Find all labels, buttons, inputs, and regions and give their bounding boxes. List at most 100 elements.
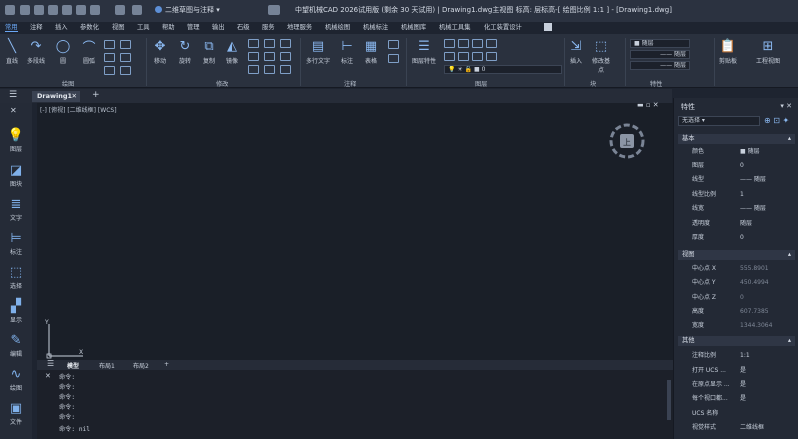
tab-geo-service[interactable]: 地理服务	[287, 22, 312, 31]
toolbar-draw[interactable]: ∿ 绘图	[2, 367, 30, 392]
tab-chem-design[interactable]: 化工装置设计	[484, 22, 522, 31]
layer-tool-icon[interactable]	[458, 39, 469, 48]
tab-annotate[interactable]: 注释	[30, 22, 43, 31]
layer-tool-icon[interactable]	[444, 52, 455, 61]
insert-block-button[interactable]: ⇲ 插入	[567, 37, 585, 66]
toolbar-text[interactable]: ≣ 文字	[2, 197, 30, 222]
tab-home[interactable]: 常用	[5, 22, 18, 32]
text-style-icon[interactable]	[388, 54, 399, 63]
layer-tool-icon[interactable]	[486, 52, 497, 61]
viewport-controls[interactable]: ▬ ▫ ✕	[637, 101, 659, 109]
tab-layout2[interactable]: 布局2	[133, 361, 149, 370]
move-button[interactable]: ✥ 移动	[151, 37, 169, 66]
prop-row[interactable]: 透明度 随层	[678, 218, 795, 229]
command-window[interactable]: ✕ 命令: 命令: 命令: 命令: 命令: 命令: nil	[37, 370, 673, 439]
dimension-button[interactable]: ⊢ 标注	[338, 37, 356, 66]
new-file-icon[interactable]	[20, 5, 30, 15]
prop-row[interactable]: 颜色 ■ 随层	[678, 146, 795, 157]
properties-panel-label[interactable]: 特性	[650, 79, 662, 88]
line-button[interactable]: ╲ 直线	[3, 37, 21, 66]
add-layout-icon[interactable]: +	[164, 361, 169, 368]
tab-output[interactable]: 输出	[212, 22, 225, 31]
lineweight-dropdown[interactable]: —— 随层	[630, 61, 690, 70]
tab-service[interactable]: 服务	[262, 22, 275, 31]
tab-mech-library[interactable]: 机械图库	[401, 22, 426, 31]
layer-tool-icon[interactable]	[458, 52, 469, 61]
open-file-icon[interactable]	[34, 5, 44, 15]
trim-icon[interactable]	[264, 39, 275, 48]
layer-tool-icon[interactable]	[472, 39, 483, 48]
engineering-view-button[interactable]: ⊞ 工程视图	[756, 37, 780, 66]
prop-row[interactable]: 线型 —— 随层	[678, 174, 795, 185]
prop-row[interactable]: 厚度 0	[678, 232, 795, 243]
ribbon-toggle-icon[interactable]	[544, 23, 552, 31]
properties-controls[interactable]: ▾ ✕	[780, 102, 792, 110]
prop-row[interactable]: 视觉样式 二维线框	[678, 422, 795, 433]
explode-icon[interactable]	[264, 65, 275, 74]
prop-row[interactable]: 线型比例 1	[678, 189, 795, 200]
close-command-icon[interactable]: ✕	[45, 372, 51, 380]
section-basic[interactable]: 基本 ▴	[678, 134, 795, 144]
hamburger-icon[interactable]: ☰	[9, 90, 17, 100]
mtext-button[interactable]: ▤ 多行文字	[306, 37, 330, 66]
join-icon[interactable]	[280, 65, 291, 74]
print-icon[interactable]	[76, 5, 86, 15]
arc-button[interactable]: ⌒ 圆弧	[80, 37, 98, 66]
prop-row[interactable]: UCS 名称	[678, 408, 795, 419]
layers-panel-label[interactable]: 图层	[475, 79, 487, 88]
prop-row[interactable]: 每个视口都... 是	[678, 393, 795, 404]
toolbar-layer[interactable]: 💡 图层	[2, 128, 30, 153]
app-menu-icon[interactable]	[5, 5, 15, 15]
command-scrollbar[interactable]	[667, 380, 671, 420]
mirror-button[interactable]: ◭ 镜像	[223, 37, 241, 66]
array-icon[interactable]	[248, 65, 259, 74]
redo-icon[interactable]	[132, 5, 142, 15]
drawing-canvas[interactable]: [-] [俯视] [二维线框] [WCS] ▬ ▫ ✕ 上 Y X	[37, 101, 673, 360]
fillet-icon[interactable]	[264, 52, 275, 61]
tab-stone[interactable]: 石级	[237, 22, 250, 31]
polyline-button[interactable]: ↷ 多段线	[27, 37, 45, 66]
toolbar-edit[interactable]: ✎ 编辑	[2, 333, 30, 358]
toolbar-dimension[interactable]: ⊨ 标注	[2, 231, 30, 256]
point-icon[interactable]	[120, 53, 131, 62]
quick-select-icon[interactable]: ⊕ ⊡ ✦	[764, 116, 789, 125]
tab-mech-dim[interactable]: 机械标注	[363, 22, 388, 31]
ellipse-icon[interactable]	[104, 66, 115, 75]
tab-mech-toolset[interactable]: 机械工具集	[439, 22, 470, 31]
home-icon[interactable]	[268, 5, 280, 15]
clipboard-button[interactable]: 📋 剪贴板	[719, 37, 737, 66]
save-as-icon[interactable]	[62, 5, 72, 15]
section-view[interactable]: 视图 ▴	[678, 250, 795, 260]
block-panel-label[interactable]: 块	[590, 79, 596, 88]
layer-properties-button[interactable]: ☰ 图层特性	[412, 37, 436, 66]
tab-model[interactable]: 模型	[67, 361, 79, 370]
prop-row[interactable]: 宽度 1344.3064	[678, 320, 795, 331]
modify-panel-label[interactable]: 修改	[216, 79, 228, 88]
rectangle-icon[interactable]	[104, 40, 115, 49]
prop-row[interactable]: 线宽 —— 随层	[678, 203, 795, 214]
undo-icon[interactable]	[115, 5, 125, 15]
toolbar-block[interactable]: ◪ 图块	[2, 163, 30, 188]
color-dropdown[interactable]: ■ 随层	[630, 39, 690, 48]
rotate-button[interactable]: ↻ 旋转	[176, 37, 194, 66]
prop-row[interactable]: 打开 UCS ... 是	[678, 365, 795, 376]
layer-tool-icon[interactable]	[486, 39, 497, 48]
section-other[interactable]: 其他 ▴	[678, 336, 795, 346]
view-cube[interactable]: 上	[607, 121, 647, 161]
region-icon[interactable]	[120, 66, 131, 75]
prop-row[interactable]: 中心点 X 555.8901	[678, 263, 795, 274]
tab-manage[interactable]: 管理	[187, 22, 200, 31]
table-button[interactable]: ▦ 表格	[362, 37, 380, 66]
offset-icon[interactable]	[280, 52, 291, 61]
scale-icon[interactable]	[248, 52, 259, 61]
workspace-selector[interactable]: 二维草图与注释 ▾	[155, 5, 220, 15]
prop-row[interactable]: 中心点 Y 450.4994	[678, 277, 795, 288]
spline-icon[interactable]	[120, 40, 131, 49]
prop-row[interactable]: 图层 0	[678, 160, 795, 171]
annotation-panel-label[interactable]: 注释	[344, 79, 356, 88]
close-toolbar-icon[interactable]: ✕	[10, 106, 17, 115]
erase-icon[interactable]	[280, 39, 291, 48]
toolbar-display[interactable]: ▞ 显示	[2, 299, 30, 324]
hamburger-icon[interactable]: ☰	[47, 359, 54, 368]
leader-icon[interactable]	[388, 40, 399, 49]
